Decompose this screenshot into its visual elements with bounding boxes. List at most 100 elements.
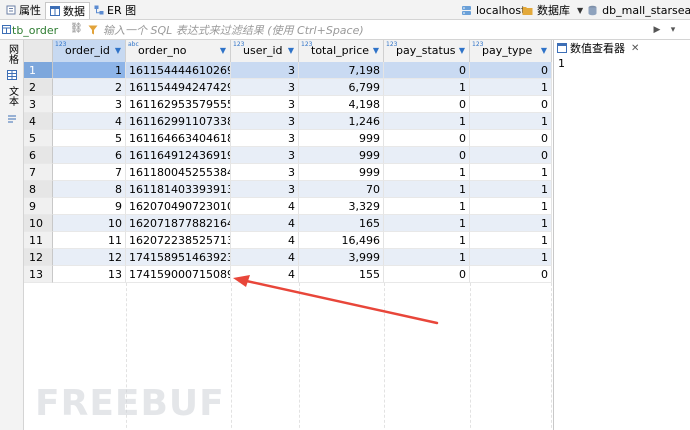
cell-order-id[interactable]: 10: [53, 215, 126, 232]
result-grid[interactable]: 123 order_id ▼ abc order_no ▼ 123 user_i…: [24, 40, 552, 430]
cell-pay-status[interactable]: 1: [384, 181, 470, 198]
cell-total-price[interactable]: 16,496: [299, 232, 384, 249]
cell-pay-status[interactable]: 1: [384, 215, 470, 232]
cell-pay-type[interactable]: 1: [470, 249, 552, 266]
row-number[interactable]: 5: [24, 130, 53, 147]
cell-user-id[interactable]: 4: [231, 198, 299, 215]
cell-pay-status[interactable]: 0: [384, 62, 470, 79]
table-row[interactable]: 12121741589514639230943,99911: [24, 249, 552, 266]
cell-order-id[interactable]: 7: [53, 164, 126, 181]
filter-toggle-icon[interactable]: ⛓: [70, 23, 83, 34]
table-row[interactable]: 111611544446102694037,19800: [24, 62, 552, 79]
cell-pay-type[interactable]: 1: [470, 198, 552, 215]
cell-order-id[interactable]: 3: [53, 96, 126, 113]
cell-order-no[interactable]: 16207187788216409: [126, 215, 231, 232]
cell-pay-type[interactable]: 1: [470, 79, 552, 96]
column-header-user-id[interactable]: 123 user_id ▼: [231, 40, 299, 62]
column-header-pay-type[interactable]: 123 pay_type ▼: [470, 40, 552, 62]
cell-total-price[interactable]: 999: [299, 164, 384, 181]
cell-pay-status[interactable]: 0: [384, 266, 470, 283]
column-header-order-id[interactable]: 123 order_id ▼: [53, 40, 126, 62]
connection-database-type[interactable]: 数据库: [522, 2, 570, 18]
cell-order-id[interactable]: 9: [53, 198, 126, 215]
cell-pay-type[interactable]: 0: [470, 96, 552, 113]
cell-total-price[interactable]: 999: [299, 130, 384, 147]
cell-total-price[interactable]: 155: [299, 266, 384, 283]
table-row[interactable]: 7716118004525538448399911: [24, 164, 552, 181]
cell-order-no[interactable]: 16116491243691931: [126, 147, 231, 164]
connection-host[interactable]: localhost: [461, 2, 525, 18]
row-number[interactable]: 9: [24, 198, 53, 215]
cell-order-no[interactable]: 16115444461026940: [126, 62, 231, 79]
cell-order-no[interactable]: 16207049072301030: [126, 198, 231, 215]
sort-icon[interactable]: ▼: [459, 40, 465, 62]
cell-pay-type[interactable]: 1: [470, 232, 552, 249]
column-header-pay-status[interactable]: 123 pay_status ▼: [384, 40, 470, 62]
filter-apply-icon[interactable]: ▶: [652, 24, 662, 36]
row-number[interactable]: 6: [24, 147, 53, 164]
cell-order-no[interactable]: 16118004525538448: [126, 164, 231, 181]
connection-database-selector[interactable]: ▼ db_mall_starsea: [577, 2, 690, 18]
cell-pay-type[interactable]: 1: [470, 164, 552, 181]
row-number[interactable]: 8: [24, 181, 53, 198]
cell-total-price[interactable]: 7,198: [299, 62, 384, 79]
row-number[interactable]: 11: [24, 232, 53, 249]
sort-icon[interactable]: ▼: [373, 40, 379, 62]
cell-user-id[interactable]: 3: [231, 113, 299, 130]
cell-user-id[interactable]: 3: [231, 96, 299, 113]
cell-order-no[interactable]: 16115449424742977: [126, 79, 231, 96]
text-view-icon[interactable]: [7, 114, 17, 124]
table-row[interactable]: 441611629911073381631,24611: [24, 113, 552, 130]
table-row[interactable]: 881611814033939130337011: [24, 181, 552, 198]
cell-user-id[interactable]: 4: [231, 266, 299, 283]
cell-order-no[interactable]: 16116466340461860: [126, 130, 231, 147]
cell-order-id[interactable]: 5: [53, 130, 126, 147]
cell-order-id[interactable]: 8: [53, 181, 126, 198]
close-icon[interactable]: ✕: [631, 43, 639, 54]
cell-user-id[interactable]: 3: [231, 79, 299, 96]
sort-icon[interactable]: ▼: [220, 40, 226, 62]
row-number[interactable]: 10: [24, 215, 53, 232]
cell-order-no[interactable]: 16207223852571338: [126, 232, 231, 249]
tab-er-diagram[interactable]: ER 图: [90, 2, 140, 18]
cell-order-id[interactable]: 1: [53, 62, 126, 79]
cell-user-id[interactable]: 3: [231, 164, 299, 181]
grid-view-icon[interactable]: [7, 70, 17, 80]
cell-pay-status[interactable]: 1: [384, 113, 470, 130]
cell-user-id[interactable]: 4: [231, 249, 299, 266]
sort-icon[interactable]: ▼: [541, 40, 547, 62]
table-name[interactable]: tb_order: [12, 22, 58, 38]
filter-input[interactable]: 输入一个 SQL 表达式来过滤结果 (使用 Ctrl+Space): [88, 22, 648, 38]
cell-pay-status[interactable]: 1: [384, 198, 470, 215]
cell-order-id[interactable]: 11: [53, 232, 126, 249]
cell-user-id[interactable]: 4: [231, 215, 299, 232]
row-number[interactable]: 7: [24, 164, 53, 181]
cell-user-id[interactable]: 3: [231, 62, 299, 79]
select-all-corner[interactable]: [24, 40, 53, 62]
cell-pay-status[interactable]: 1: [384, 249, 470, 266]
cell-pay-type[interactable]: 1: [470, 113, 552, 130]
cell-order-no[interactable]: 16116299110733816: [126, 113, 231, 130]
column-header-order-no[interactable]: abc order_no ▼: [126, 40, 231, 62]
tab-properties[interactable]: 属性: [2, 2, 45, 18]
cell-order-no[interactable]: 17415895146392309: [126, 249, 231, 266]
cell-pay-type[interactable]: 0: [470, 147, 552, 164]
cell-pay-status[interactable]: 1: [384, 164, 470, 181]
sort-icon[interactable]: ▼: [115, 40, 121, 62]
cell-total-price[interactable]: 165: [299, 215, 384, 232]
cell-pay-type[interactable]: 0: [470, 266, 552, 283]
text-mode-button[interactable]: 文本: [6, 86, 18, 109]
cell-total-price[interactable]: 70: [299, 181, 384, 198]
row-number[interactable]: 2: [24, 79, 53, 96]
cell-order-id[interactable]: 6: [53, 147, 126, 164]
table-row[interactable]: 221611544942474297736,79911: [24, 79, 552, 96]
cell-total-price[interactable]: 999: [299, 147, 384, 164]
cell-total-price[interactable]: 1,246: [299, 113, 384, 130]
cell-order-id[interactable]: 13: [53, 266, 126, 283]
cell-pay-status[interactable]: 0: [384, 130, 470, 147]
table-row[interactable]: 991620704907230103043,32911: [24, 198, 552, 215]
grid-mode-button[interactable]: 网格: [6, 44, 18, 67]
row-number[interactable]: 12: [24, 249, 53, 266]
cell-order-id[interactable]: 2: [53, 79, 126, 96]
table-row[interactable]: 331611629535795558334,19800: [24, 96, 552, 113]
